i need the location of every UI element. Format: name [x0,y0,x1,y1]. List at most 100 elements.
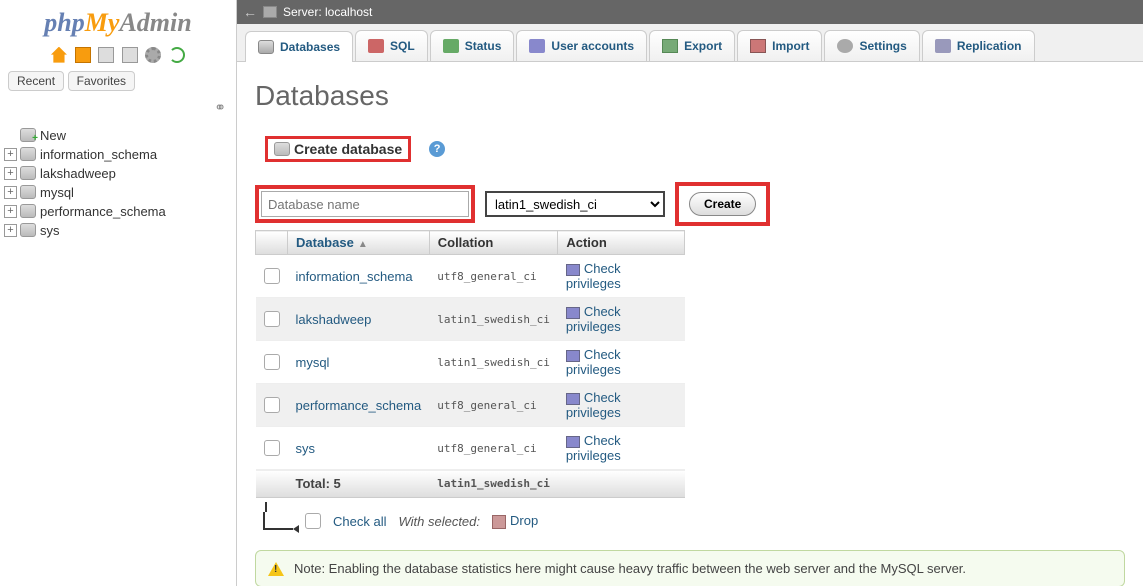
check-privileges-link[interactable]: Check privileges [558,255,685,298]
tree-item[interactable]: + mysql [4,183,232,202]
tab-favorites[interactable]: Favorites [68,71,135,91]
tab-databases[interactable]: Databases [245,31,353,62]
help-icon[interactable]: ? [429,141,445,157]
database-icon [20,223,36,237]
logo-admin: Admin [119,8,191,37]
select-arrow-icon [263,512,293,530]
table-row: performance_schema utf8_general_ci Check… [256,384,685,427]
drop-link[interactable]: Drop [492,513,538,529]
db-link[interactable]: mysql [288,341,430,384]
tab-label: Status [465,39,502,53]
total-label: Total: 5 [288,470,430,498]
collation-select[interactable]: latin1_swedish_ci [485,191,665,217]
db-name-highlight [255,185,475,223]
bulk-actions: Check all With selected: Drop [255,512,1125,530]
topbar: ← Server: localhost [237,0,1143,24]
tab-import[interactable]: Import [737,30,822,61]
reload-icon[interactable] [169,47,185,63]
tree-item[interactable]: + information_schema [4,145,232,164]
tab-replication[interactable]: Replication [922,30,1035,61]
privileges-icon [566,393,580,405]
check-privileges-link[interactable]: Check privileges [558,341,685,384]
tab-user-accounts[interactable]: User accounts [516,30,647,61]
import-icon [750,39,766,53]
tab-export[interactable]: Export [649,30,735,61]
create-button[interactable]: Create [689,192,756,216]
row-checkbox[interactable] [264,354,280,370]
logo-php: php [44,8,84,37]
privileges-icon [566,307,580,319]
tree-item-label: information_schema [40,147,157,162]
collation-value: utf8_general_ci [429,384,558,427]
collation-value: utf8_general_ci [429,255,558,298]
link-icon[interactable]: ⚭ [0,95,236,120]
db-link[interactable]: lakshadweep [288,298,430,341]
db-link[interactable]: information_schema [288,255,430,298]
check-privileges-link[interactable]: Check privileges [558,298,685,341]
tree-item[interactable]: + lakshadweep [4,164,232,183]
gear-icon [837,39,853,53]
col-label: Database [296,235,354,250]
expand-icon[interactable]: + [4,224,17,237]
docs-icon[interactable] [98,47,114,63]
table-total-row: Total: 5 latin1_swedish_ci [256,470,685,498]
new-database-icon [274,142,290,156]
replication-icon [935,39,951,53]
tab-settings[interactable]: Settings [824,30,919,61]
server-icon [263,6,277,18]
tree-item[interactable]: + performance_schema [4,202,232,221]
tab-label: Settings [859,39,906,53]
tab-status[interactable]: Status [430,30,515,61]
database-name-input[interactable] [261,191,469,217]
tab-label: Replication [957,39,1022,53]
logo-my: My [85,8,120,37]
nav-panel-icon[interactable] [122,47,138,63]
database-icon [20,185,36,199]
expand-icon[interactable]: + [4,167,17,180]
check-privileges-link[interactable]: Check privileges [558,427,685,470]
col-collation: Collation [429,231,558,255]
table-row: information_schema utf8_general_ci Check… [256,255,685,298]
check-all-checkbox[interactable] [305,513,321,529]
row-checkbox[interactable] [264,311,280,327]
create-db-header: Create database ? [255,136,1125,162]
database-icon [20,166,36,180]
expand-icon[interactable]: + [4,205,17,218]
create-db-form: latin1_swedish_ci Create [255,182,1125,226]
col-database[interactable]: Database▲ [288,231,430,255]
database-icon [20,204,36,218]
col-action: Action [558,231,685,255]
nav-left-icon[interactable]: ← [243,4,257,20]
row-checkbox[interactable] [264,397,280,413]
collation-value: latin1_swedish_ci [429,298,558,341]
tree-item[interactable]: + sys [4,221,232,240]
row-checkbox[interactable] [264,268,280,284]
sidebar-tabs: Recent Favorites [0,67,236,95]
note-text: Note: Enabling the database statistics h… [294,561,966,576]
create-button-highlight: Create [675,182,770,226]
breadcrumb-server[interactable]: Server: localhost [283,5,372,19]
row-checkbox[interactable] [264,440,280,456]
check-all-link[interactable]: Check all [333,514,386,529]
settings-icon[interactable] [145,47,161,63]
tree-new[interactable]: New [4,126,232,145]
tab-label: Export [684,39,722,53]
tab-label: Import [772,39,809,53]
home-icon[interactable] [51,47,67,63]
users-icon [529,39,545,53]
status-icon [443,39,459,53]
content: Databases Create database ? latin1_swedi… [237,62,1143,586]
expand-icon[interactable]: + [4,186,17,199]
privileges-icon [566,350,580,362]
logout-icon[interactable] [75,47,91,63]
logo[interactable]: phpMyAdmin [0,0,236,42]
main: ← Server: localhost Databases SQL Status… [237,0,1143,586]
expand-icon[interactable]: + [4,148,17,161]
collation-value: utf8_general_ci [429,427,558,470]
db-link[interactable]: performance_schema [288,384,430,427]
tab-label: User accounts [551,39,634,53]
tab-recent[interactable]: Recent [8,71,64,91]
db-link[interactable]: sys [288,427,430,470]
check-privileges-link[interactable]: Check privileges [558,384,685,427]
tab-sql[interactable]: SQL [355,30,428,61]
